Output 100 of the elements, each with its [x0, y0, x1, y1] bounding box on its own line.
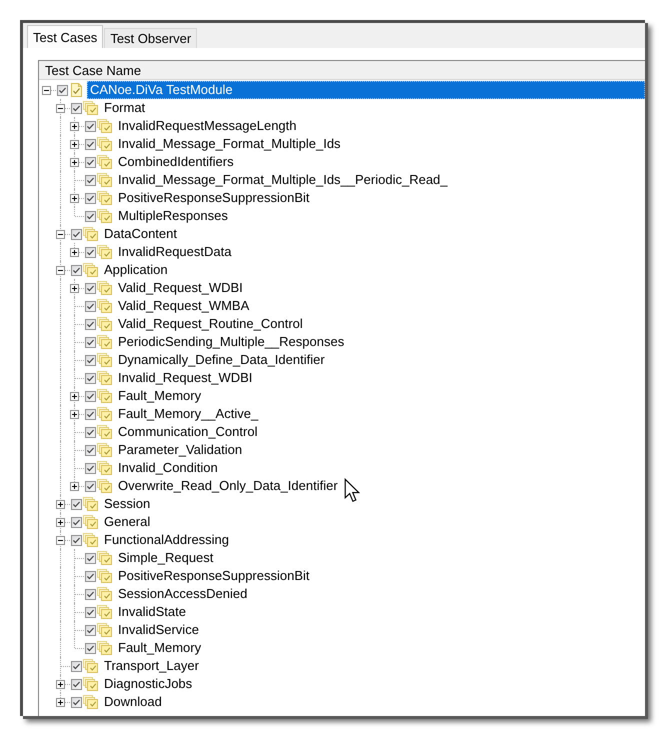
tree-item[interactable]: CANoe.DiVa TestModule [87, 81, 645, 99]
stacked-pages-icon [97, 371, 112, 385]
checkbox[interactable] [71, 660, 82, 672]
tree-item[interactable]: DiagnosticJobs [101, 675, 196, 693]
stacked-pages-icon [97, 479, 112, 493]
checkbox[interactable] [85, 390, 96, 402]
tree-item[interactable]: Simple_Request [115, 549, 216, 567]
checkbox[interactable] [85, 192, 96, 204]
checkbox[interactable] [85, 120, 96, 132]
plus-box-icon[interactable] [70, 482, 79, 491]
plus-box-icon[interactable] [70, 248, 79, 257]
checkbox[interactable] [71, 498, 82, 510]
checkbox[interactable] [85, 588, 96, 600]
checkbox[interactable] [85, 300, 96, 312]
checkbox[interactable] [85, 624, 96, 636]
minus-box-icon[interactable] [56, 266, 65, 275]
minus-box-icon[interactable] [56, 536, 65, 545]
checkbox[interactable] [85, 318, 96, 330]
checkbox[interactable] [71, 534, 82, 546]
stacked-pages-icon [97, 209, 112, 223]
stacked-pages-icon [97, 317, 112, 331]
tree-item[interactable]: PeriodicSending_Multiple__Responses [115, 333, 348, 351]
tree-item[interactable]: Format [101, 99, 148, 117]
checkbox[interactable] [71, 102, 82, 114]
tree-item[interactable]: Valid_Request_WMBA [115, 297, 252, 315]
minus-box-icon[interactable] [42, 86, 51, 95]
tree-item[interactable]: InvalidRequestMessageLength [115, 117, 300, 135]
checkbox[interactable] [85, 570, 96, 582]
checkbox[interactable] [85, 354, 96, 366]
tree-item[interactable]: General [101, 513, 154, 531]
plus-box-icon[interactable] [56, 698, 65, 707]
checkbox[interactable] [71, 516, 82, 528]
tree-item[interactable]: InvalidState [115, 603, 189, 621]
plus-box-icon[interactable] [70, 284, 79, 293]
tree-item[interactable]: SessionAccessDenied [115, 585, 250, 603]
checkbox[interactable] [57, 84, 68, 96]
checkbox[interactable] [85, 174, 96, 186]
stacked-pages-icon [97, 299, 112, 313]
checkbox[interactable] [85, 480, 96, 492]
plus-box-icon[interactable] [70, 158, 79, 167]
tree-item[interactable]: Invalid_Condition [115, 459, 221, 477]
plus-box-icon[interactable] [56, 680, 65, 689]
checkbox[interactable] [71, 696, 82, 708]
stacked-pages-icon [97, 389, 112, 403]
plus-box-icon[interactable] [56, 500, 65, 509]
tree-item[interactable]: InvalidService [115, 621, 202, 639]
plus-box-icon[interactable] [70, 140, 79, 149]
tree-item[interactable]: Fault_Memory [115, 639, 204, 657]
plus-box-icon[interactable] [70, 122, 79, 131]
tab[interactable]: Test Observer [104, 28, 198, 48]
checkbox[interactable] [85, 210, 96, 222]
stacked-pages-icon [97, 353, 112, 367]
plus-box-icon[interactable] [70, 392, 79, 401]
tree-item[interactable]: CombinedIdentifiers [115, 153, 237, 171]
tree-item[interactable]: MultipleResponses [115, 207, 231, 225]
checkbox[interactable] [85, 642, 96, 654]
tree-item[interactable]: Download [101, 693, 165, 711]
plus-box-icon[interactable] [70, 410, 79, 419]
checkbox[interactable] [71, 678, 82, 690]
tab[interactable]: Test Cases [27, 25, 104, 48]
tree-item[interactable]: Valid_Request_WDBI [115, 279, 246, 297]
checkbox[interactable] [85, 606, 96, 618]
tree-item[interactable]: PositiveResponseSuppressionBit [115, 189, 312, 207]
tree-item[interactable]: Dynamically_Define_Data_Identifier [115, 351, 328, 369]
checkbox[interactable] [85, 156, 96, 168]
tree-item[interactable]: Fault_Memory__Active_ [115, 405, 262, 423]
tree-item[interactable]: DataContent [101, 225, 180, 243]
checkbox[interactable] [85, 444, 96, 456]
tree-item[interactable]: FunctionalAddressing [101, 531, 232, 549]
tree-item[interactable]: Overwrite_Read_Only_Data_Identifier [115, 477, 341, 495]
tree-item[interactable]: Invalid_Message_Format_Multiple_Ids__Periodic_Read_ [115, 171, 451, 189]
checkbox[interactable] [71, 264, 82, 276]
plus-box-icon[interactable] [56, 518, 65, 527]
tree-item[interactable]: Parameter_Validation [115, 441, 246, 459]
tree-item[interactable]: Transport_Layer [101, 657, 202, 675]
checkbox[interactable] [85, 462, 96, 474]
minus-box-icon[interactable] [56, 104, 65, 113]
checkbox[interactable] [85, 246, 96, 258]
minus-box-icon[interactable] [56, 230, 65, 239]
plus-box-icon[interactable] [70, 194, 79, 203]
stacked-pages-icon [83, 227, 98, 241]
tree-item[interactable]: InvalidRequestData [115, 243, 234, 261]
tree-item[interactable]: Session [101, 495, 154, 513]
checkbox[interactable] [85, 552, 96, 564]
tree-item[interactable]: PositiveResponseSuppressionBit [115, 567, 312, 585]
checkbox[interactable] [85, 138, 96, 150]
checkbox[interactable] [85, 372, 96, 384]
column-header[interactable]: Test Case Name [39, 61, 645, 80]
tree-item[interactable]: Valid_Request_Routine_Control [115, 315, 306, 333]
stacked-pages-icon [97, 281, 112, 295]
tree-item[interactable]: Invalid_Message_Format_Multiple_Ids [115, 135, 344, 153]
checkbox[interactable] [85, 336, 96, 348]
tree-item[interactable]: Application [101, 261, 171, 279]
checkbox[interactable] [85, 282, 96, 294]
checkbox[interactable] [71, 228, 82, 240]
tree-item[interactable]: Invalid_Request_WDBI [115, 369, 256, 387]
checkbox[interactable] [85, 426, 96, 438]
tree-item[interactable]: Fault_Memory [115, 387, 204, 405]
tree-item[interactable]: Communication_Control [115, 423, 260, 441]
checkbox[interactable] [85, 408, 96, 420]
